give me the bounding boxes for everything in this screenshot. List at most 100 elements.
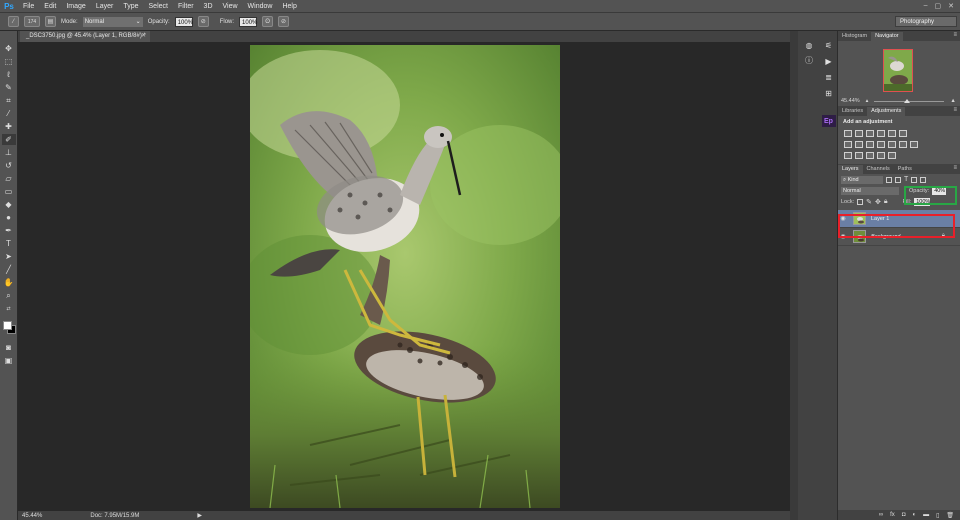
zoom-out-icon[interactable]: ▴ [866, 98, 869, 104]
close-icon[interactable]: ✕ [141, 31, 146, 42]
selective-color-icon[interactable] [866, 152, 874, 159]
maximize-button[interactable]: ▢ [935, 2, 942, 10]
marquee-tool-icon[interactable]: ⬚ [2, 56, 16, 67]
workspace-dropdown[interactable]: Photography [895, 16, 957, 27]
panel-menu-icon[interactable]: ≡ [953, 107, 957, 113]
brush-size-picker[interactable]: 174 [24, 16, 40, 27]
menu-window[interactable]: Window [243, 3, 278, 10]
posterize-icon[interactable] [844, 152, 852, 159]
pressure-size-icon[interactable]: ⊘ [278, 16, 290, 27]
blur-tool-icon[interactable]: ◆ [2, 199, 16, 210]
zoom-readout[interactable]: 45.44% [22, 513, 42, 519]
brush-tool-preset-icon[interactable]: ⁄ [8, 16, 19, 27]
curves-icon[interactable] [866, 130, 874, 137]
color-balance-icon[interactable] [844, 141, 852, 148]
hue-saturation-icon[interactable] [899, 130, 907, 137]
close-window-button[interactable]: ✕ [948, 2, 954, 10]
history-panel-icon[interactable]: ⚟ [822, 39, 836, 51]
color-panel-icon[interactable]: ◍ [802, 39, 816, 51]
shape-filter-icon[interactable] [911, 176, 918, 183]
brush-presets-icon[interactable]: ⊞ [822, 87, 836, 99]
pressure-opacity-icon[interactable]: ⊘ [197, 16, 209, 27]
lasso-tool-icon[interactable]: ℓ [2, 69, 16, 80]
mode-dropdown[interactable]: Normal ⌄ [82, 16, 143, 27]
history-brush-tool-icon[interactable]: ↺ [2, 160, 16, 171]
exposure-icon[interactable] [877, 130, 885, 137]
zoom-in-icon[interactable]: ▲ [950, 98, 955, 104]
lock-position-icon[interactable]: ✥ [875, 198, 881, 206]
link-layers-icon[interactable]: ∞ [879, 512, 883, 518]
channel-mixer-icon[interactable] [877, 141, 885, 148]
menu-view[interactable]: View [218, 3, 243, 10]
vertical-scrollbar[interactable] [790, 31, 798, 520]
type-tool-icon[interactable]: T [2, 238, 16, 249]
type-filter-icon[interactable]: T [904, 176, 908, 183]
panel-menu-icon[interactable]: ≡ [953, 32, 957, 38]
flow-field[interactable]: 100% [239, 16, 257, 27]
extension-panel-icon[interactable]: Ep [821, 115, 836, 127]
navigator-zoom-value[interactable]: 45.44% [841, 98, 860, 104]
foreground-color-swatch[interactable] [2, 321, 12, 330]
crop-tool-icon[interactable]: ⌗ [2, 95, 16, 106]
quick-select-tool-icon[interactable]: ✎ [2, 82, 16, 93]
lock-all-icon[interactable]: 🔒︎ [884, 198, 888, 206]
tab-layers[interactable]: Layers [838, 165, 863, 174]
move-tool-icon[interactable]: ✥ [2, 43, 16, 54]
clone-stamp-tool-icon[interactable]: ⊥ [2, 147, 16, 158]
swap-colors-icon[interactable]: ⇄ [2, 303, 16, 314]
airbrush-icon[interactable]: ʘ [262, 16, 274, 27]
lock-image-icon[interactable]: ✎ [866, 198, 872, 206]
gradient-fill-icon[interactable] [877, 152, 885, 159]
fx-icon[interactable]: fx [890, 512, 895, 518]
info-panel-icon[interactable]: ⓘ [802, 54, 816, 66]
vibrance-icon[interactable] [888, 130, 896, 137]
dodge-tool-icon[interactable]: ● [2, 212, 16, 223]
brightness-contrast-icon[interactable] [844, 130, 852, 137]
opacity-field[interactable]: 100% [174, 16, 193, 27]
photo-filter-icon[interactable] [866, 141, 874, 148]
brush-panel-toggle-icon[interactable]: ▤ [45, 16, 56, 27]
tab-adjustments[interactable]: Adjustments [867, 107, 906, 116]
panel-menu-icon[interactable]: ≡ [953, 165, 957, 171]
actions-panel-icon[interactable]: ▶ [822, 55, 836, 67]
quick-mask-icon[interactable]: ◙ [2, 342, 16, 353]
menu-file[interactable]: File [18, 3, 39, 10]
line-tool-icon[interactable]: ╱ [2, 264, 16, 275]
gradient-tool-icon[interactable]: ▭ [2, 186, 16, 197]
menu-select[interactable]: Select [144, 3, 173, 10]
new-group-icon[interactable]: ▬ [923, 512, 929, 518]
threshold-icon[interactable] [855, 152, 863, 159]
layer-filter-dropdown[interactable]: ⌕ Kind [841, 175, 883, 184]
smart-object-filter-icon[interactable] [920, 176, 927, 183]
properties-panel-icon[interactable]: ≣ [822, 71, 836, 83]
menu-help[interactable]: Help [277, 3, 301, 10]
eyedropper-tool-icon[interactable]: ⁄ [2, 108, 16, 119]
color-lookup-icon[interactable] [888, 141, 896, 148]
menu-type[interactable]: Type [118, 3, 143, 10]
path-select-tool-icon[interactable]: ➤ [2, 251, 16, 262]
tab-channels[interactable]: Channels [863, 165, 894, 174]
menu-filter[interactable]: Filter [173, 3, 199, 10]
black-white-icon[interactable] [855, 141, 863, 148]
adjustment-filter-icon[interactable] [895, 176, 901, 183]
status-menu-arrow-icon[interactable]: ▶ [197, 512, 202, 519]
tab-libraries[interactable]: Libraries [838, 107, 867, 116]
new-adjustment-layer-icon[interactable]: ◐ [912, 512, 916, 518]
blend-mode-dropdown[interactable]: Normal [841, 186, 899, 195]
brush-tool-icon[interactable]: ✐ [1, 134, 16, 145]
trash-icon[interactable]: 🗑︎ [946, 512, 954, 519]
tab-navigator[interactable]: Navigator [871, 32, 903, 41]
new-layer-icon[interactable]: ▯ [936, 512, 939, 519]
add-mask-icon[interactable]: ◘ [902, 512, 906, 518]
eraser-tool-icon[interactable]: ▱ [2, 173, 16, 184]
screen-mode-icon[interactable]: ▣ [2, 355, 16, 366]
zoom-tool-icon[interactable]: ⌕ [2, 290, 16, 301]
pixel-filter-icon[interactable] [886, 176, 892, 183]
levels-icon[interactable] [855, 130, 863, 137]
minimize-button[interactable]: – [924, 2, 928, 10]
lock-transparent-icon[interactable] [857, 198, 864, 205]
pen-tool-icon[interactable]: ✒ [2, 225, 16, 236]
canvas-area[interactable] [18, 42, 790, 511]
tab-paths[interactable]: Paths [894, 165, 916, 174]
hand-tool-icon[interactable]: ✋ [2, 277, 16, 288]
